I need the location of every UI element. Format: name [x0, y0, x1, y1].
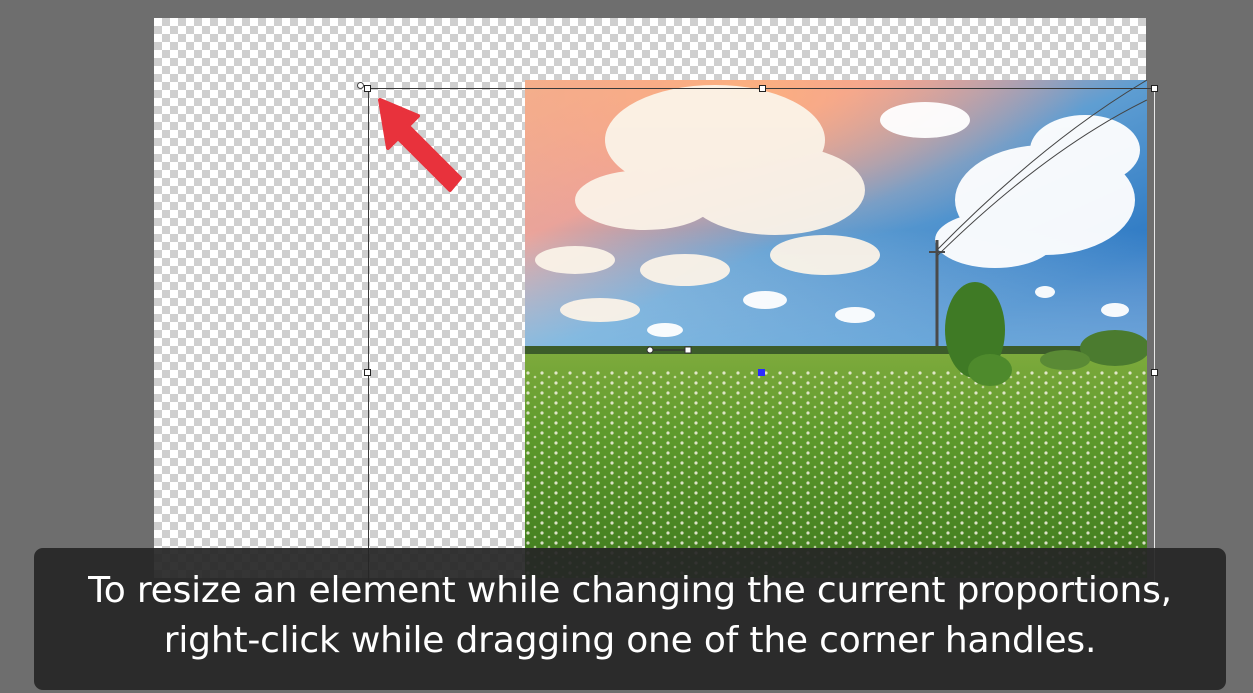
transform-selection-box[interactable] [368, 88, 1155, 588]
top-right-corner-handle[interactable] [1151, 85, 1158, 92]
top-left-corner-handle[interactable] [364, 85, 371, 92]
left-middle-handle[interactable] [364, 369, 371, 376]
right-middle-handle[interactable] [1151, 369, 1158, 376]
tutorial-caption: To resize an element while changing the … [34, 548, 1226, 690]
caption-line-2: right-click while dragging one of the co… [163, 620, 1097, 661]
editor-workspace: To resize an element while changing the … [0, 0, 1253, 693]
rotate-handle-icon[interactable] [357, 82, 364, 89]
top-middle-handle[interactable] [759, 85, 766, 92]
caption-line-1: To resize an element while changing the … [88, 570, 1172, 611]
anchor-point-icon[interactable] [758, 369, 765, 376]
red-arrow-icon [378, 98, 462, 192]
pivot-bar-icon[interactable] [646, 346, 692, 354]
